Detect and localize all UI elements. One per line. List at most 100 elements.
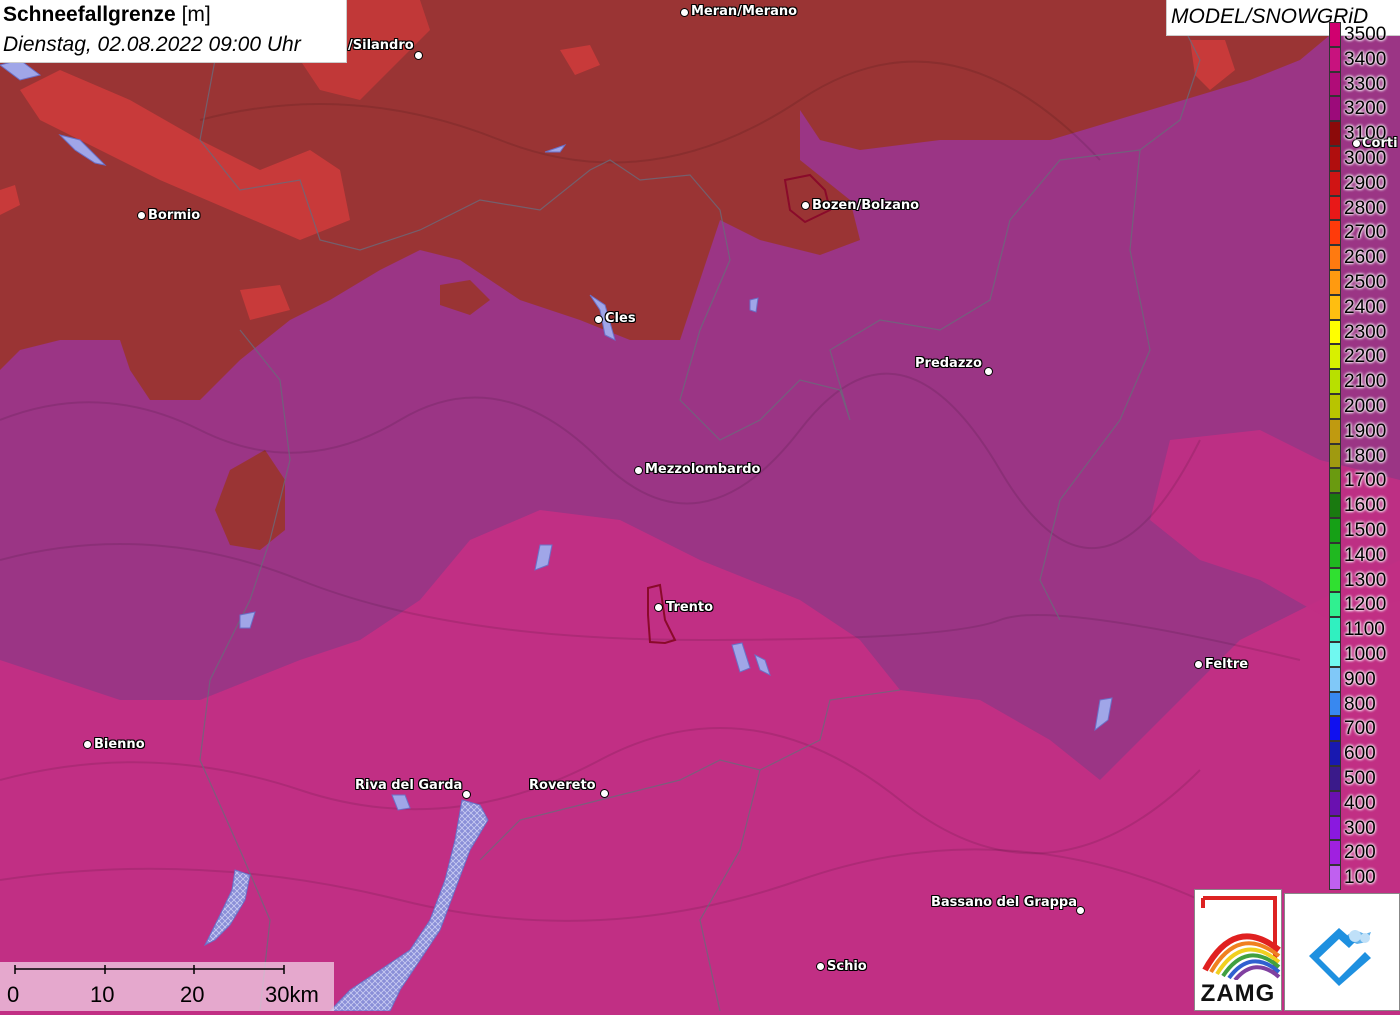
legend-swatch [1329, 443, 1341, 469]
legend-label: 1200 [1344, 594, 1387, 616]
snowline-map[interactable] [0, 0, 1400, 1011]
city-label[interactable]: Feltre [1205, 658, 1248, 672]
legend-row: 1000 [1327, 642, 1400, 667]
city-label[interactable]: Rovereto [529, 779, 596, 793]
zamg-wordmark: ZAMG [1200, 980, 1276, 1007]
city-label[interactable]: Trento [666, 601, 713, 615]
city-dot [816, 962, 825, 971]
legend-swatch [1329, 220, 1341, 246]
legend-label: 400 [1344, 792, 1376, 814]
city-dot [83, 740, 92, 749]
city-label[interactable]: Bassano del Grappa [931, 896, 1077, 910]
legend-label: 100 [1344, 867, 1376, 889]
legend-label: 2600 [1344, 247, 1387, 269]
legend-row: 1900 [1327, 418, 1400, 444]
legend-swatch [1329, 840, 1341, 866]
city-label[interactable]: Bormio [148, 209, 200, 223]
city-dot [600, 789, 609, 798]
snowgrid-logo[interactable] [1284, 893, 1400, 1011]
scale-label-10: 10 [90, 982, 115, 1007]
legend-row: 2100 [1327, 369, 1400, 394]
zamg-logo[interactable]: ZAMG [1194, 889, 1282, 1011]
city-dot [654, 603, 663, 612]
legend-row: 2800 [1327, 195, 1400, 221]
legend-row: 1200 [1327, 592, 1400, 618]
legend-label: 1600 [1344, 495, 1387, 517]
legend-swatch [1329, 170, 1341, 196]
legend-swatch [1329, 493, 1341, 518]
legend-swatch [1329, 46, 1341, 72]
legend-row: 3400 [1327, 46, 1400, 72]
legend-swatch [1329, 617, 1341, 642]
legend-label: 3000 [1344, 148, 1387, 169]
title-panel: Schneefallgrenze [m] Dienstag, 02.08.202… [0, 0, 347, 63]
legend-label: 3200 [1344, 98, 1387, 120]
legend-swatch [1329, 294, 1341, 320]
color-legend: 3500 3400 3300 3200 3100 3000 2900 2800 2700 2600… [1327, 22, 1400, 890]
legend-swatch [1329, 394, 1341, 419]
legend-label: 2400 [1344, 296, 1387, 318]
city-label[interactable]: Cles [605, 312, 636, 326]
legend-row: 1300 [1327, 567, 1400, 593]
legend-row: 800 [1327, 691, 1400, 717]
city-label[interactable]: Bozen/Bolzano [812, 199, 919, 213]
city-label[interactable]: Predazzo [915, 357, 982, 371]
legend-row: 700 [1327, 716, 1400, 742]
map-datetime: Dienstag, 02.08.2022 09:00 Uhr [3, 33, 301, 56]
legend-label: 1300 [1344, 569, 1387, 591]
legend-label: 2500 [1344, 272, 1387, 293]
legend-label: 300 [1344, 817, 1376, 839]
legend-swatch [1329, 666, 1341, 692]
legend-swatch [1329, 518, 1341, 543]
legend-swatch [1329, 71, 1341, 97]
legend-row: 2000 [1327, 394, 1400, 419]
scale-label-20: 20 [180, 982, 205, 1007]
legend-label: 900 [1344, 668, 1376, 690]
legend-swatch [1329, 865, 1341, 890]
legend-swatch [1329, 567, 1341, 593]
legend-swatch [1329, 270, 1341, 295]
city-label[interactable]: Meran/Merano [691, 5, 797, 19]
legend-row: 2200 [1327, 344, 1400, 370]
city-dot [680, 8, 689, 17]
city-label[interactable]: Bienno [94, 738, 145, 752]
legend-row: 100 [1327, 865, 1400, 890]
legend-swatch [1329, 741, 1341, 766]
legend-label: 1000 [1344, 644, 1387, 665]
city-dot [634, 466, 643, 475]
legend-label: 1100 [1344, 619, 1385, 641]
scale-label-30km: 30km [265, 982, 319, 1007]
city-dot [1194, 660, 1203, 669]
legend-row: 1100 [1327, 617, 1400, 642]
legend-row: 3200 [1327, 96, 1400, 122]
legend-label: 2000 [1344, 396, 1387, 417]
legend-row: 3100 [1327, 121, 1400, 146]
legend-swatch [1329, 592, 1341, 618]
legend-label: 3400 [1344, 48, 1387, 70]
legend-label: 2300 [1344, 321, 1387, 343]
legend-swatch [1329, 344, 1341, 370]
city-label[interactable]: Riva del Garda [355, 779, 462, 793]
legend-swatch [1329, 22, 1341, 47]
legend-label: 700 [1344, 718, 1376, 740]
legend-row: 1800 [1327, 443, 1400, 469]
legend-row: 2900 [1327, 170, 1400, 196]
legend-label: 2900 [1344, 172, 1387, 194]
city-label[interactable]: Mezzolombardo [645, 463, 760, 477]
legend-label: 1700 [1344, 470, 1387, 492]
map-title: Schneefallgrenze [m] [3, 3, 211, 26]
legend-label: 1800 [1344, 445, 1387, 467]
city-label[interactable]: /Silandro [348, 39, 414, 53]
city-label[interactable]: Schio [827, 960, 867, 974]
legend-swatch [1329, 716, 1341, 742]
legend-swatch [1329, 418, 1341, 444]
legend-row: 500 [1327, 766, 1400, 791]
legend-row: 300 [1327, 815, 1400, 841]
city-dot [594, 315, 603, 324]
legend-label: 3300 [1344, 73, 1387, 95]
legend-row: 1600 [1327, 493, 1400, 518]
legend-row: 2300 [1327, 319, 1400, 345]
legend-row: 200 [1327, 840, 1400, 866]
legend-swatch [1329, 96, 1341, 122]
city-dot [801, 201, 810, 210]
